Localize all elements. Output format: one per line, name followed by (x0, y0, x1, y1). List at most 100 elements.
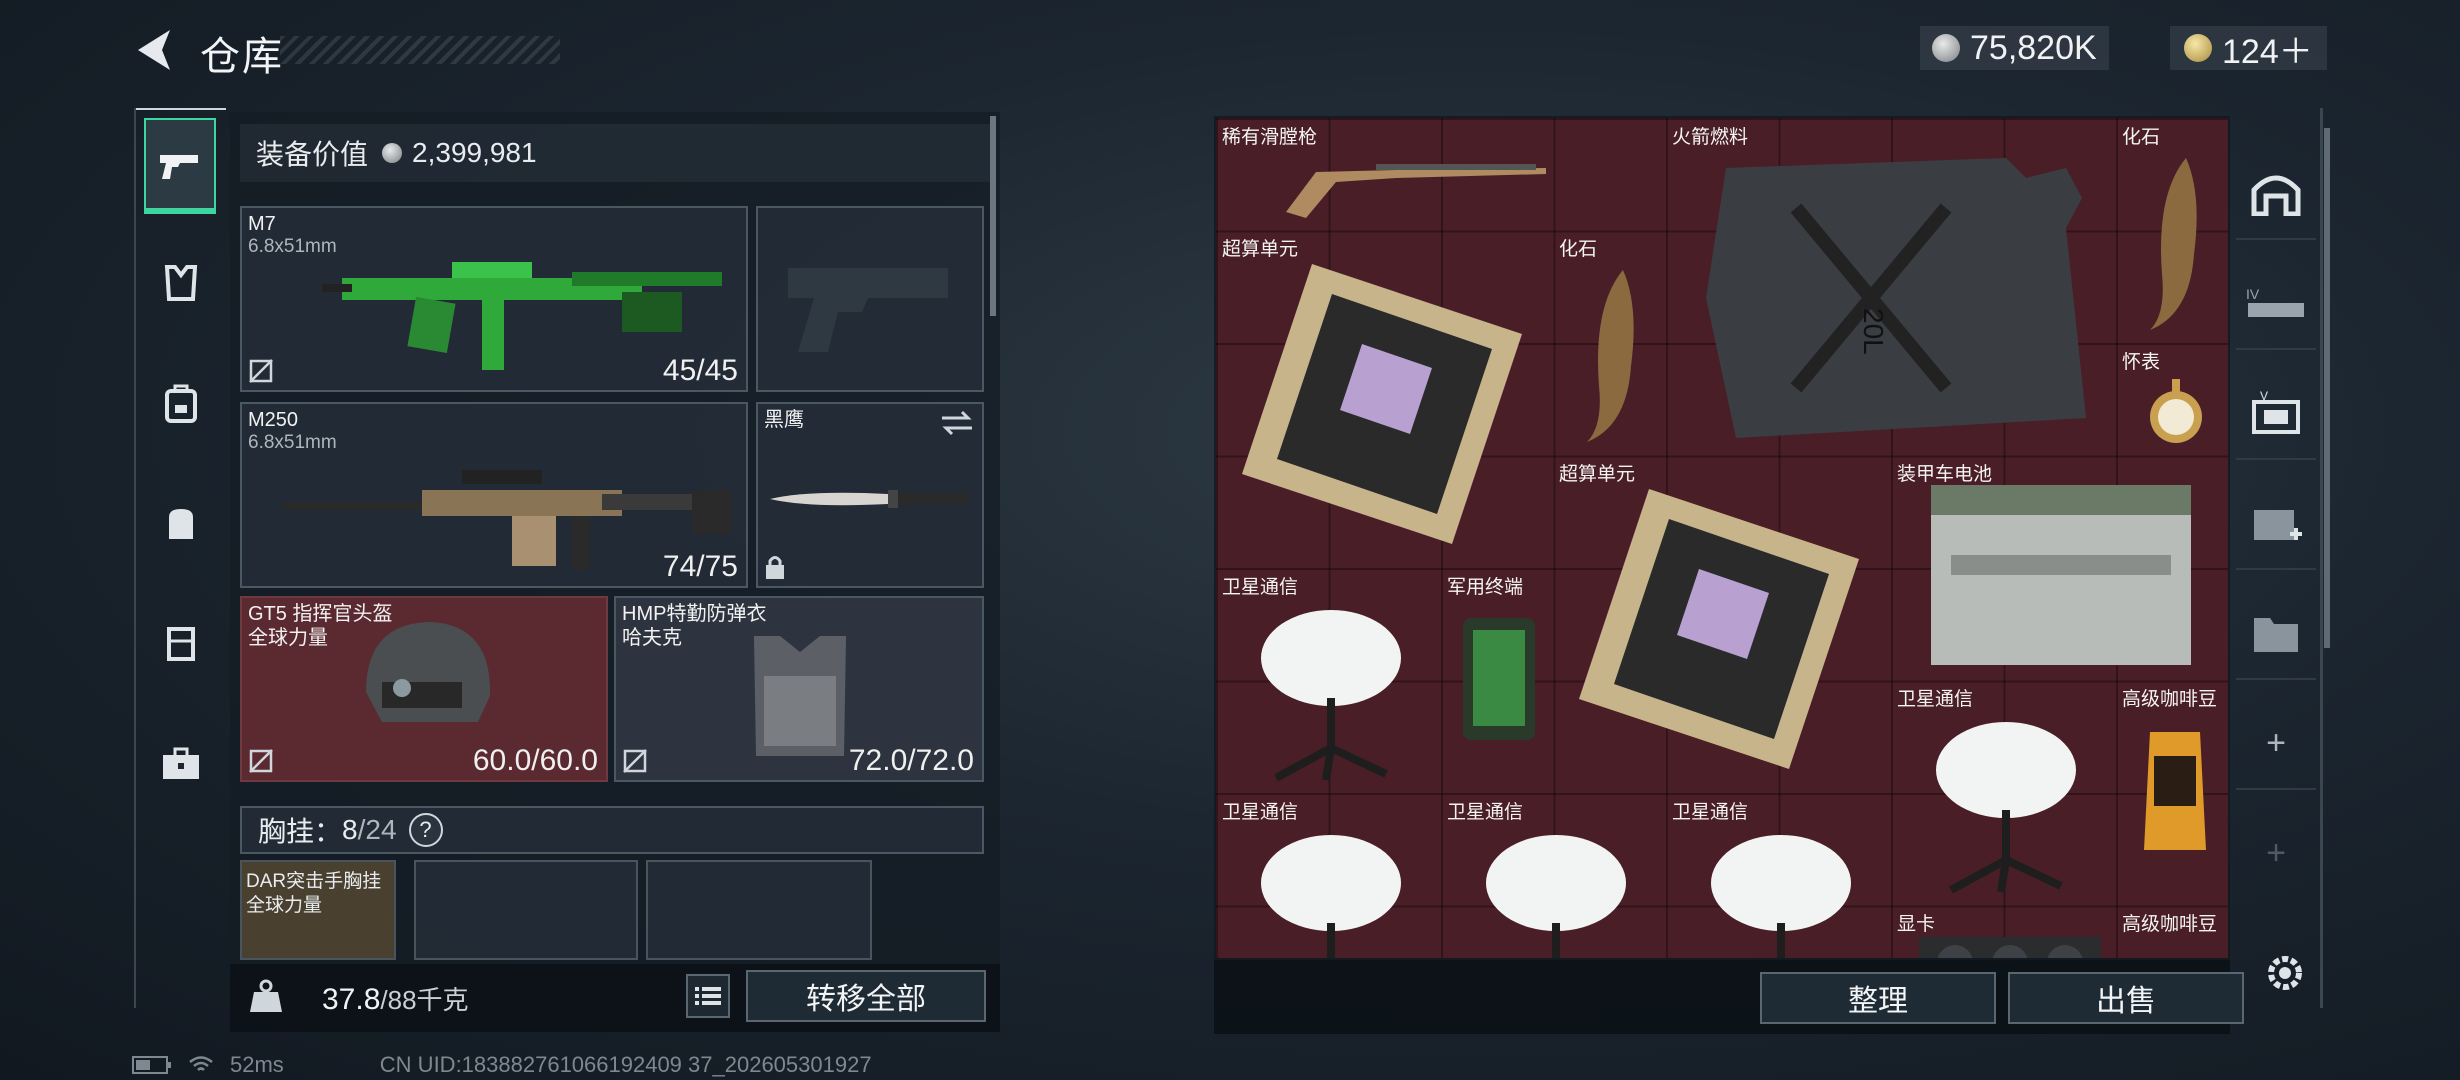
ping-text: 52ms (230, 1052, 284, 1077)
case-icon: V (2252, 390, 2300, 434)
storage-item[interactable]: 火箭燃料 20L (1666, 118, 2116, 455)
toolbox-icon (163, 747, 199, 779)
storage-item[interactable]: 军用终端 (1441, 568, 1553, 793)
satellite-dish-image (1261, 610, 1401, 782)
helmet-slot[interactable]: GT5 指挥官头盔 全球力量 60.0/60.0 (240, 596, 608, 782)
coin-icon (382, 143, 403, 163)
rocket-fuel-canister-image: 20L (1706, 158, 2086, 438)
storage-item[interactable]: 卫星通信 (1216, 568, 1441, 793)
weight-icon (250, 979, 282, 1012)
storage-item[interactable]: 超算单元 (1216, 230, 1553, 567)
sidebar-item-armor[interactable] (146, 238, 216, 328)
storage-item[interactable]: 卫星通信 (1441, 793, 1666, 958)
chest-rig-slot[interactable]: DAR突击手胸挂 全球力量 (240, 860, 396, 960)
armor-slot[interactable]: HMP特勤防弹衣 哈夫克 72.0/72.0 (614, 596, 984, 782)
graphics-card-image (1919, 937, 2101, 958)
storage-grid: 稀有滑膛枪 火箭燃料 20L 化石 超算单元 化石 怀表 超算单元 装甲车电池 … (1216, 118, 2228, 958)
chest-rig-pocket[interactable] (646, 860, 872, 960)
jerrycan-text: 20L (1858, 308, 1889, 355)
weight-max: /88千克 (380, 985, 469, 1015)
storage-item[interactable]: 化石 (2116, 118, 2228, 343)
storage-scrollbar[interactable] (2324, 128, 2330, 648)
currency-coins: 75,820K (1920, 26, 2109, 70)
coffee-beans-bag-image (2144, 732, 2206, 850)
no-insurance-icon (623, 749, 647, 773)
backpack-icon (165, 384, 197, 423)
ammo-count: 74/75 (662, 550, 738, 583)
storage-item[interactable]: 稀有滑膛枪 (1216, 118, 1553, 230)
transfer-all-button[interactable]: 转移全部 (746, 970, 986, 1022)
sort-button[interactable]: 整理 (1760, 972, 1996, 1024)
help-icon[interactable]: ? (408, 813, 443, 847)
primary-weapon-slot[interactable]: M7 6.8x51mm 45/45 (240, 206, 748, 392)
back-arrow-icon[interactable] (132, 26, 176, 74)
sidebar-item-weapons[interactable] (144, 118, 216, 214)
armor-durability: 72.0/72.0 (848, 744, 974, 777)
pocket-watch-image (2150, 379, 2202, 443)
storage-item[interactable]: 超算单元 (1553, 455, 1890, 792)
storage-item[interactable]: 卫星通信 (1666, 793, 1891, 958)
settings-gear-icon[interactable] (2262, 950, 2308, 996)
tab-folder[interactable] (2236, 588, 2316, 680)
chest-rig-pocket[interactable] (414, 860, 638, 960)
storage-item[interactable]: 显卡 (1891, 905, 2116, 958)
vest-icon (167, 627, 195, 661)
chest-rig-name: DAR突击手胸挂 (246, 871, 382, 892)
weight-value: 37.8/88千克 (322, 980, 469, 1017)
storage-item[interactable]: 卫星通信 (1891, 680, 2116, 905)
storage-item[interactable]: 化石 (1553, 230, 1665, 455)
pistol-silhouette-icon (788, 268, 948, 352)
equipment-value: 2,399,981 (412, 137, 537, 168)
wifi-icon (189, 1056, 213, 1071)
military-terminal-image (1463, 618, 1535, 740)
vehicle-icon: IV (2246, 286, 2304, 317)
tab-case[interactable]: V (2236, 368, 2316, 460)
no-insurance-icon (249, 749, 273, 773)
currency-premium[interactable]: 124＋ (2170, 26, 2327, 71)
helmet-brand: 全球力量 (248, 627, 328, 649)
medkit-icon (2254, 510, 2302, 540)
battery-icon (132, 1056, 171, 1074)
supercomputer-unit-image (1242, 264, 1522, 544)
uid-text: CN UID:183882761066192409 37_20260530192… (379, 1052, 872, 1077)
chest-rig-brand: 全球力量 (246, 895, 323, 916)
lock-icon (766, 556, 784, 579)
secondary-weapon-slot[interactable]: M250 6.8x51mm 74/75 (240, 402, 748, 588)
melee-slot[interactable]: 黑鹰 (756, 402, 984, 588)
armor-icon (164, 265, 198, 301)
storage-item[interactable]: 怀表 (2116, 343, 2228, 455)
chest-rig-label: 胸挂： (258, 816, 343, 847)
sidearm-slot[interactable] (756, 206, 984, 392)
storage-item[interactable]: 装甲车电池 (1891, 455, 2228, 680)
svg-text:IV: IV (2246, 286, 2260, 302)
storage-item[interactable]: 高级咖啡豆 (2116, 680, 2228, 905)
sidebar-item-bag[interactable] (146, 478, 216, 568)
storage-item[interactable]: 卫星通信 (1216, 793, 1441, 958)
add-tab-button-disabled: + (2266, 833, 2286, 872)
satellite-dish-image (1711, 835, 1851, 958)
sidebar-item-vest[interactable] (146, 598, 216, 688)
tab-vehicle[interactable]: IV (2236, 258, 2316, 350)
chest-rig-count: 8 (342, 814, 358, 845)
add-tab-button[interactable]: + (2236, 698, 2316, 790)
equipment-scrollbar[interactable] (990, 116, 996, 316)
category-sidebar (134, 108, 226, 1008)
chest-rig-capacity: /24 (357, 814, 397, 845)
tab-shelter[interactable] (2236, 148, 2316, 240)
weight-current: 37.8 (322, 983, 381, 1016)
sidebar-item-toolbox[interactable] (146, 718, 216, 808)
storage-item[interactable]: 高级咖啡豆 (2116, 905, 2228, 958)
fossil-claw-image (1587, 270, 1634, 442)
satellite-dish-image (1936, 722, 2076, 894)
swap-icon[interactable] (940, 410, 974, 436)
coins-value: 75,820K (1970, 28, 2097, 67)
list-view-button[interactable] (686, 974, 730, 1018)
helmet-durability: 60.0/60.0 (472, 744, 598, 777)
equipment-value-bar: 装备价值 2,399,981 (240, 124, 990, 182)
coin-icon (1932, 34, 1960, 62)
sidebar-item-backpack[interactable] (146, 358, 216, 448)
title-hatch-decoration (280, 36, 560, 64)
tab-medkit[interactable] (2236, 478, 2316, 570)
sell-button[interactable]: 出售 (2008, 972, 2244, 1024)
premium-value: 124＋ (2222, 32, 2313, 71)
